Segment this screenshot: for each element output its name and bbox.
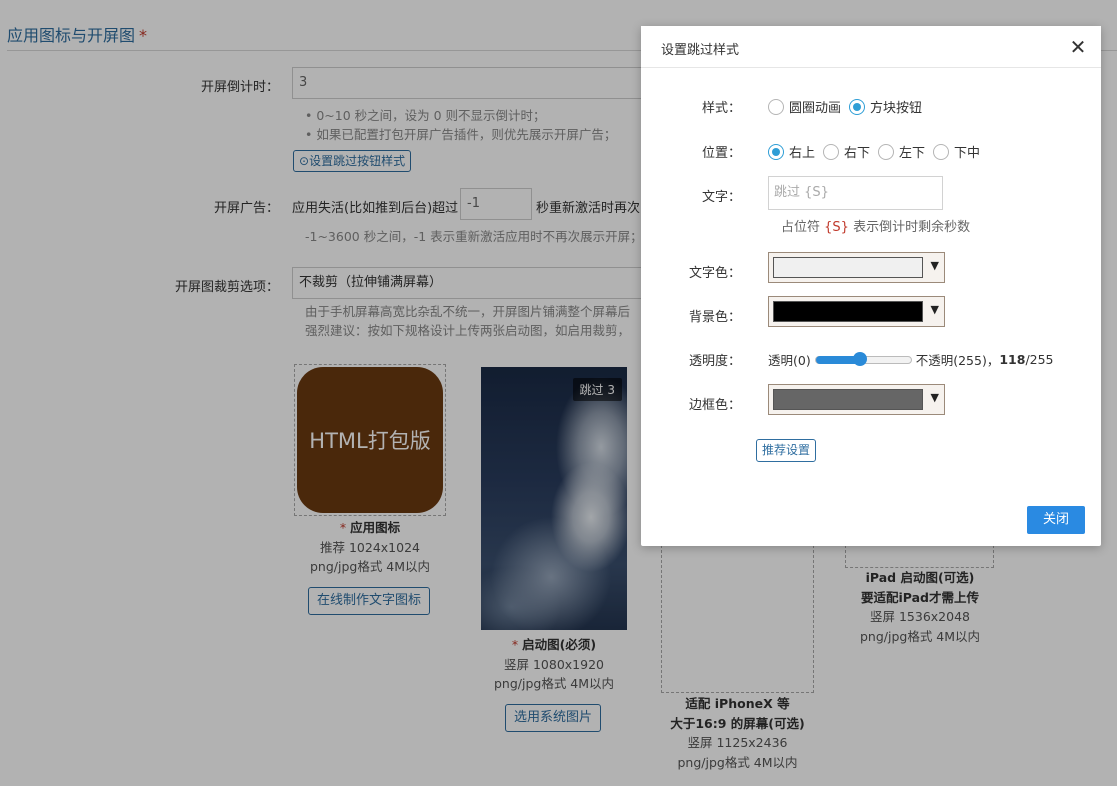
position-radio-bottom-center[interactable]: 下中 [933,142,980,161]
skip-style-dialog: 设置跳过样式 ✕ 样式： 圆圈动画 方块按钮 位置： 右上 右下 左下 下中 文… [641,26,1101,546]
skip-text-input[interactable]: 跳过 {S} [768,176,943,210]
dialog-header: 设置跳过样式 ✕ [641,26,1101,68]
radio-checked-icon [849,98,866,115]
text-color-label: 文字色： [688,266,741,281]
style-label: 样式： [701,101,741,116]
opacity-control: 透明(0) 不透明(255)， 118/255 [768,350,1054,369]
style-radio-block[interactable]: 方块按钮 [849,97,922,116]
opacity-slider-thumb[interactable] [852,351,867,366]
dialog-title: 设置跳过样式 [661,43,740,58]
radio-checked-icon [768,143,784,160]
skip-text-hint: 占位符 {S} 表示倒计时剩余秒数 [781,220,971,235]
position-radio-group: 右上 右下 左下 下中 [768,142,988,161]
border-color-label: 边框色： [688,398,741,413]
opacity-max-label: 不透明(255)， [915,353,1000,368]
bg-color-swatch [773,301,923,322]
opacity-label: 透明度： [688,354,741,369]
style-radio-group: 圆圈动画 方块按钮 [768,97,930,116]
recommend-settings-button[interactable]: 推荐设置 [756,439,817,462]
position-label: 位置： [701,146,741,161]
text-color-picker[interactable]: ▼ [768,252,945,283]
opacity-slider[interactable] [814,351,912,366]
position-radio-bottom-left[interactable]: 左下 [878,142,925,161]
bg-color-label: 背景色： [688,310,741,325]
radio-icon [823,143,840,160]
radio-icon [878,143,895,160]
border-color-picker[interactable]: ▼ [768,384,945,415]
text-label: 文字： [701,190,741,205]
dropdown-arrow-icon: ▼ [930,259,939,272]
style-radio-circle[interactable]: 圆圈动画 [768,97,841,116]
dropdown-arrow-icon: ▼ [930,303,939,316]
border-color-swatch [773,389,923,410]
dropdown-arrow-icon: ▼ [930,391,939,404]
position-radio-top-right[interactable]: 右上 [768,142,815,161]
close-icon[interactable]: ✕ [1067,36,1089,58]
position-radio-bottom-right[interactable]: 右下 [823,142,870,161]
opacity-value: 118/255 [999,352,1054,367]
close-button[interactable]: 关闭 [1027,506,1085,534]
bg-color-picker[interactable]: ▼ [768,296,945,327]
radio-icon [768,98,784,115]
opacity-min-label: 透明(0) [768,353,811,368]
text-color-swatch [773,257,923,278]
radio-icon [933,143,950,160]
